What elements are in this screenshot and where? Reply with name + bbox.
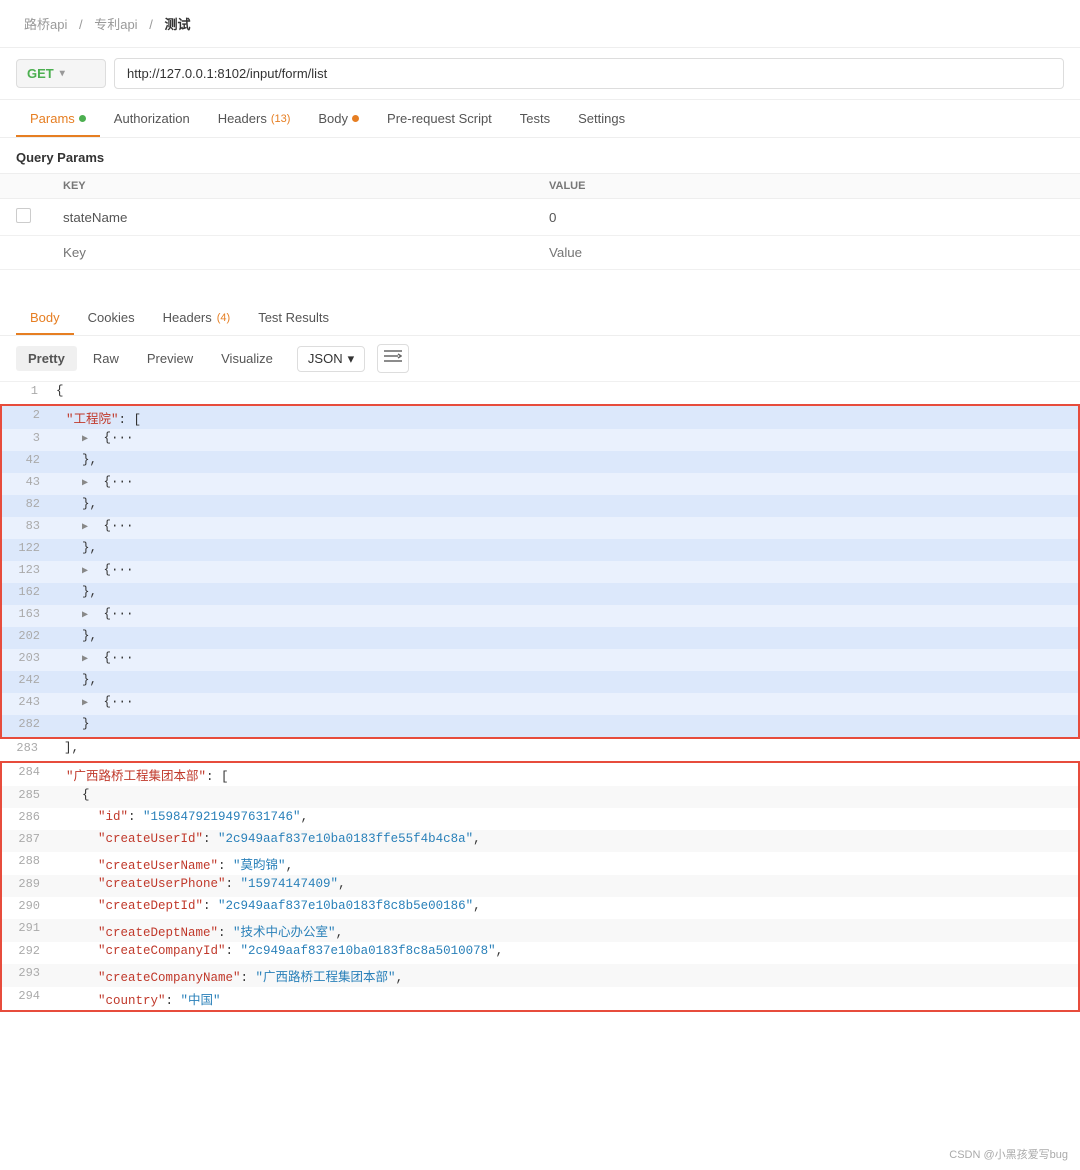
tab-settings[interactable]: Settings bbox=[564, 100, 639, 137]
tab-body[interactable]: Body bbox=[304, 100, 373, 137]
chevron-down-icon: ▾ bbox=[60, 68, 65, 79]
param-row-1 bbox=[0, 199, 1080, 236]
json-line: 43 ▶ {··· bbox=[2, 473, 1078, 495]
chevron-down-icon: ▾ bbox=[348, 351, 355, 367]
url-input[interactable] bbox=[114, 58, 1064, 89]
tab-params-label: Params bbox=[30, 111, 75, 126]
response-headers-badge: (4) bbox=[217, 312, 230, 324]
key-col-header: KEY bbox=[47, 174, 533, 199]
json-line: 1 { bbox=[0, 382, 1080, 404]
response-tab-body[interactable]: Body bbox=[16, 300, 74, 335]
json-line: 3 ▶ {··· bbox=[2, 429, 1078, 451]
format-bar: Pretty Raw Preview Visualize JSON ▾ bbox=[0, 336, 1080, 382]
tab-headers-label: Headers bbox=[218, 111, 267, 126]
visualize-button[interactable]: Visualize bbox=[209, 346, 285, 371]
preview-button[interactable]: Preview bbox=[135, 346, 205, 371]
json-line: 292 "createCompanyId": "2c949aaf837e10ba… bbox=[2, 942, 1078, 964]
param-key-input-2[interactable] bbox=[63, 245, 517, 260]
json-line: 290 "createDeptId": "2c949aaf837e10ba018… bbox=[2, 897, 1078, 919]
response-tabs: Body Cookies Headers (4) Test Results bbox=[0, 300, 1080, 336]
tab-settings-label: Settings bbox=[578, 111, 625, 126]
response-tab-testresults[interactable]: Test Results bbox=[244, 300, 343, 335]
request-tabs: Params Authorization Headers (13) Body P… bbox=[0, 100, 1080, 138]
response-tab-cookies[interactable]: Cookies bbox=[74, 300, 149, 335]
breadcrumb-part[interactable]: 路桥api bbox=[24, 17, 67, 32]
query-params-header: Query Params bbox=[0, 138, 1080, 173]
params-table: KEY VALUE bbox=[0, 173, 1080, 270]
param-row-2 bbox=[0, 236, 1080, 270]
json-line: 163 ▶ {··· bbox=[2, 605, 1078, 627]
json-line: 282 } bbox=[2, 715, 1078, 737]
param-key-input-1[interactable] bbox=[63, 210, 517, 225]
checkbox-col-header bbox=[0, 174, 47, 199]
response-tab-headers-label: Headers bbox=[163, 310, 212, 325]
json-highlighted-section: 2 "工程院": [ 3 ▶ {··· 42 }, 43 ▶ {··· 82 }… bbox=[0, 404, 1080, 739]
tab-tests[interactable]: Tests bbox=[506, 100, 564, 137]
json-line: 293 "createCompanyName": "广西路桥工程集团本部", bbox=[2, 964, 1078, 987]
json-line: 242 }, bbox=[2, 671, 1078, 693]
breadcrumb: 路桥api / 专利api / 测试 bbox=[0, 0, 1080, 48]
tab-headers[interactable]: Headers (13) bbox=[204, 100, 305, 137]
json-line: 289 "createUserPhone": "15974147409", bbox=[2, 875, 1078, 897]
json-line: 203 ▶ {··· bbox=[2, 649, 1078, 671]
tab-body-label: Body bbox=[318, 111, 348, 126]
breadcrumb-part[interactable]: 专利api bbox=[94, 17, 137, 32]
method-selector[interactable]: GET ▾ bbox=[16, 59, 106, 88]
raw-button[interactable]: Raw bbox=[81, 346, 131, 371]
watermark: CSDN @小黑孩爱写bug bbox=[949, 1146, 1068, 1162]
breadcrumb-separator: / bbox=[79, 17, 86, 32]
json-line: 83 ▶ {··· bbox=[2, 517, 1078, 539]
json-line: 202 }, bbox=[2, 627, 1078, 649]
json-line: 162 }, bbox=[2, 583, 1078, 605]
json-line: 284 "广西路桥工程集团本部": [ bbox=[2, 763, 1078, 786]
param-checkbox-1[interactable] bbox=[16, 208, 31, 223]
response-tab-cookies-label: Cookies bbox=[88, 310, 135, 325]
body-dot bbox=[352, 115, 359, 122]
pretty-button[interactable]: Pretty bbox=[16, 346, 77, 371]
param-value-input-1[interactable] bbox=[549, 210, 1064, 225]
json-line: 294 "country": "中国" bbox=[2, 987, 1078, 1010]
breadcrumb-part: 测试 bbox=[164, 17, 190, 32]
json-line: 2 "工程院": [ bbox=[2, 406, 1078, 429]
json-line: 287 "createUserId": "2c949aaf837e10ba018… bbox=[2, 830, 1078, 852]
json-line: 122 }, bbox=[2, 539, 1078, 561]
params-dot bbox=[79, 115, 86, 122]
tab-prerequest[interactable]: Pre-request Script bbox=[373, 100, 506, 137]
json-line: 286 "id": "1598479219497631746", bbox=[2, 808, 1078, 830]
tab-prerequest-label: Pre-request Script bbox=[387, 111, 492, 126]
tab-authorization-label: Authorization bbox=[114, 111, 190, 126]
response-tab-body-label: Body bbox=[30, 310, 60, 325]
json-line: 82 }, bbox=[2, 495, 1078, 517]
tab-tests-label: Tests bbox=[520, 111, 550, 126]
json-line: 288 "createUserName": "莫昀锦", bbox=[2, 852, 1078, 875]
json-line: 291 "createDeptName": "技术中心办公室", bbox=[2, 919, 1078, 942]
json-line: 42 }, bbox=[2, 451, 1078, 473]
spacer bbox=[0, 270, 1080, 300]
wrap-lines-icon[interactable] bbox=[377, 344, 409, 373]
tab-authorization[interactable]: Authorization bbox=[100, 100, 204, 137]
json-line: 285 { bbox=[2, 786, 1078, 808]
response-tab-testresults-label: Test Results bbox=[258, 310, 329, 325]
json-viewer: 1 { 2 "工程院": [ 3 ▶ {··· 42 }, 43 ▶ {··· … bbox=[0, 382, 1080, 1012]
format-selector[interactable]: JSON ▾ bbox=[297, 346, 365, 372]
value-col-header: VALUE bbox=[533, 174, 1080, 199]
response-tab-headers[interactable]: Headers (4) bbox=[149, 300, 245, 335]
tab-params[interactable]: Params bbox=[16, 100, 100, 137]
json-line: 123 ▶ {··· bbox=[2, 561, 1078, 583]
format-label: JSON bbox=[308, 351, 343, 366]
json-line: 243 ▶ {··· bbox=[2, 693, 1078, 715]
json-red-section: 284 "广西路桥工程集团本部": [ 285 { 286 "id": "159… bbox=[0, 761, 1080, 1012]
url-bar: GET ▾ bbox=[0, 48, 1080, 100]
headers-badge: (13) bbox=[271, 113, 291, 125]
breadcrumb-separator: / bbox=[149, 17, 156, 32]
json-line: 283 ], bbox=[0, 739, 1080, 761]
param-value-input-2[interactable] bbox=[549, 245, 1064, 260]
method-label: GET bbox=[27, 66, 54, 81]
